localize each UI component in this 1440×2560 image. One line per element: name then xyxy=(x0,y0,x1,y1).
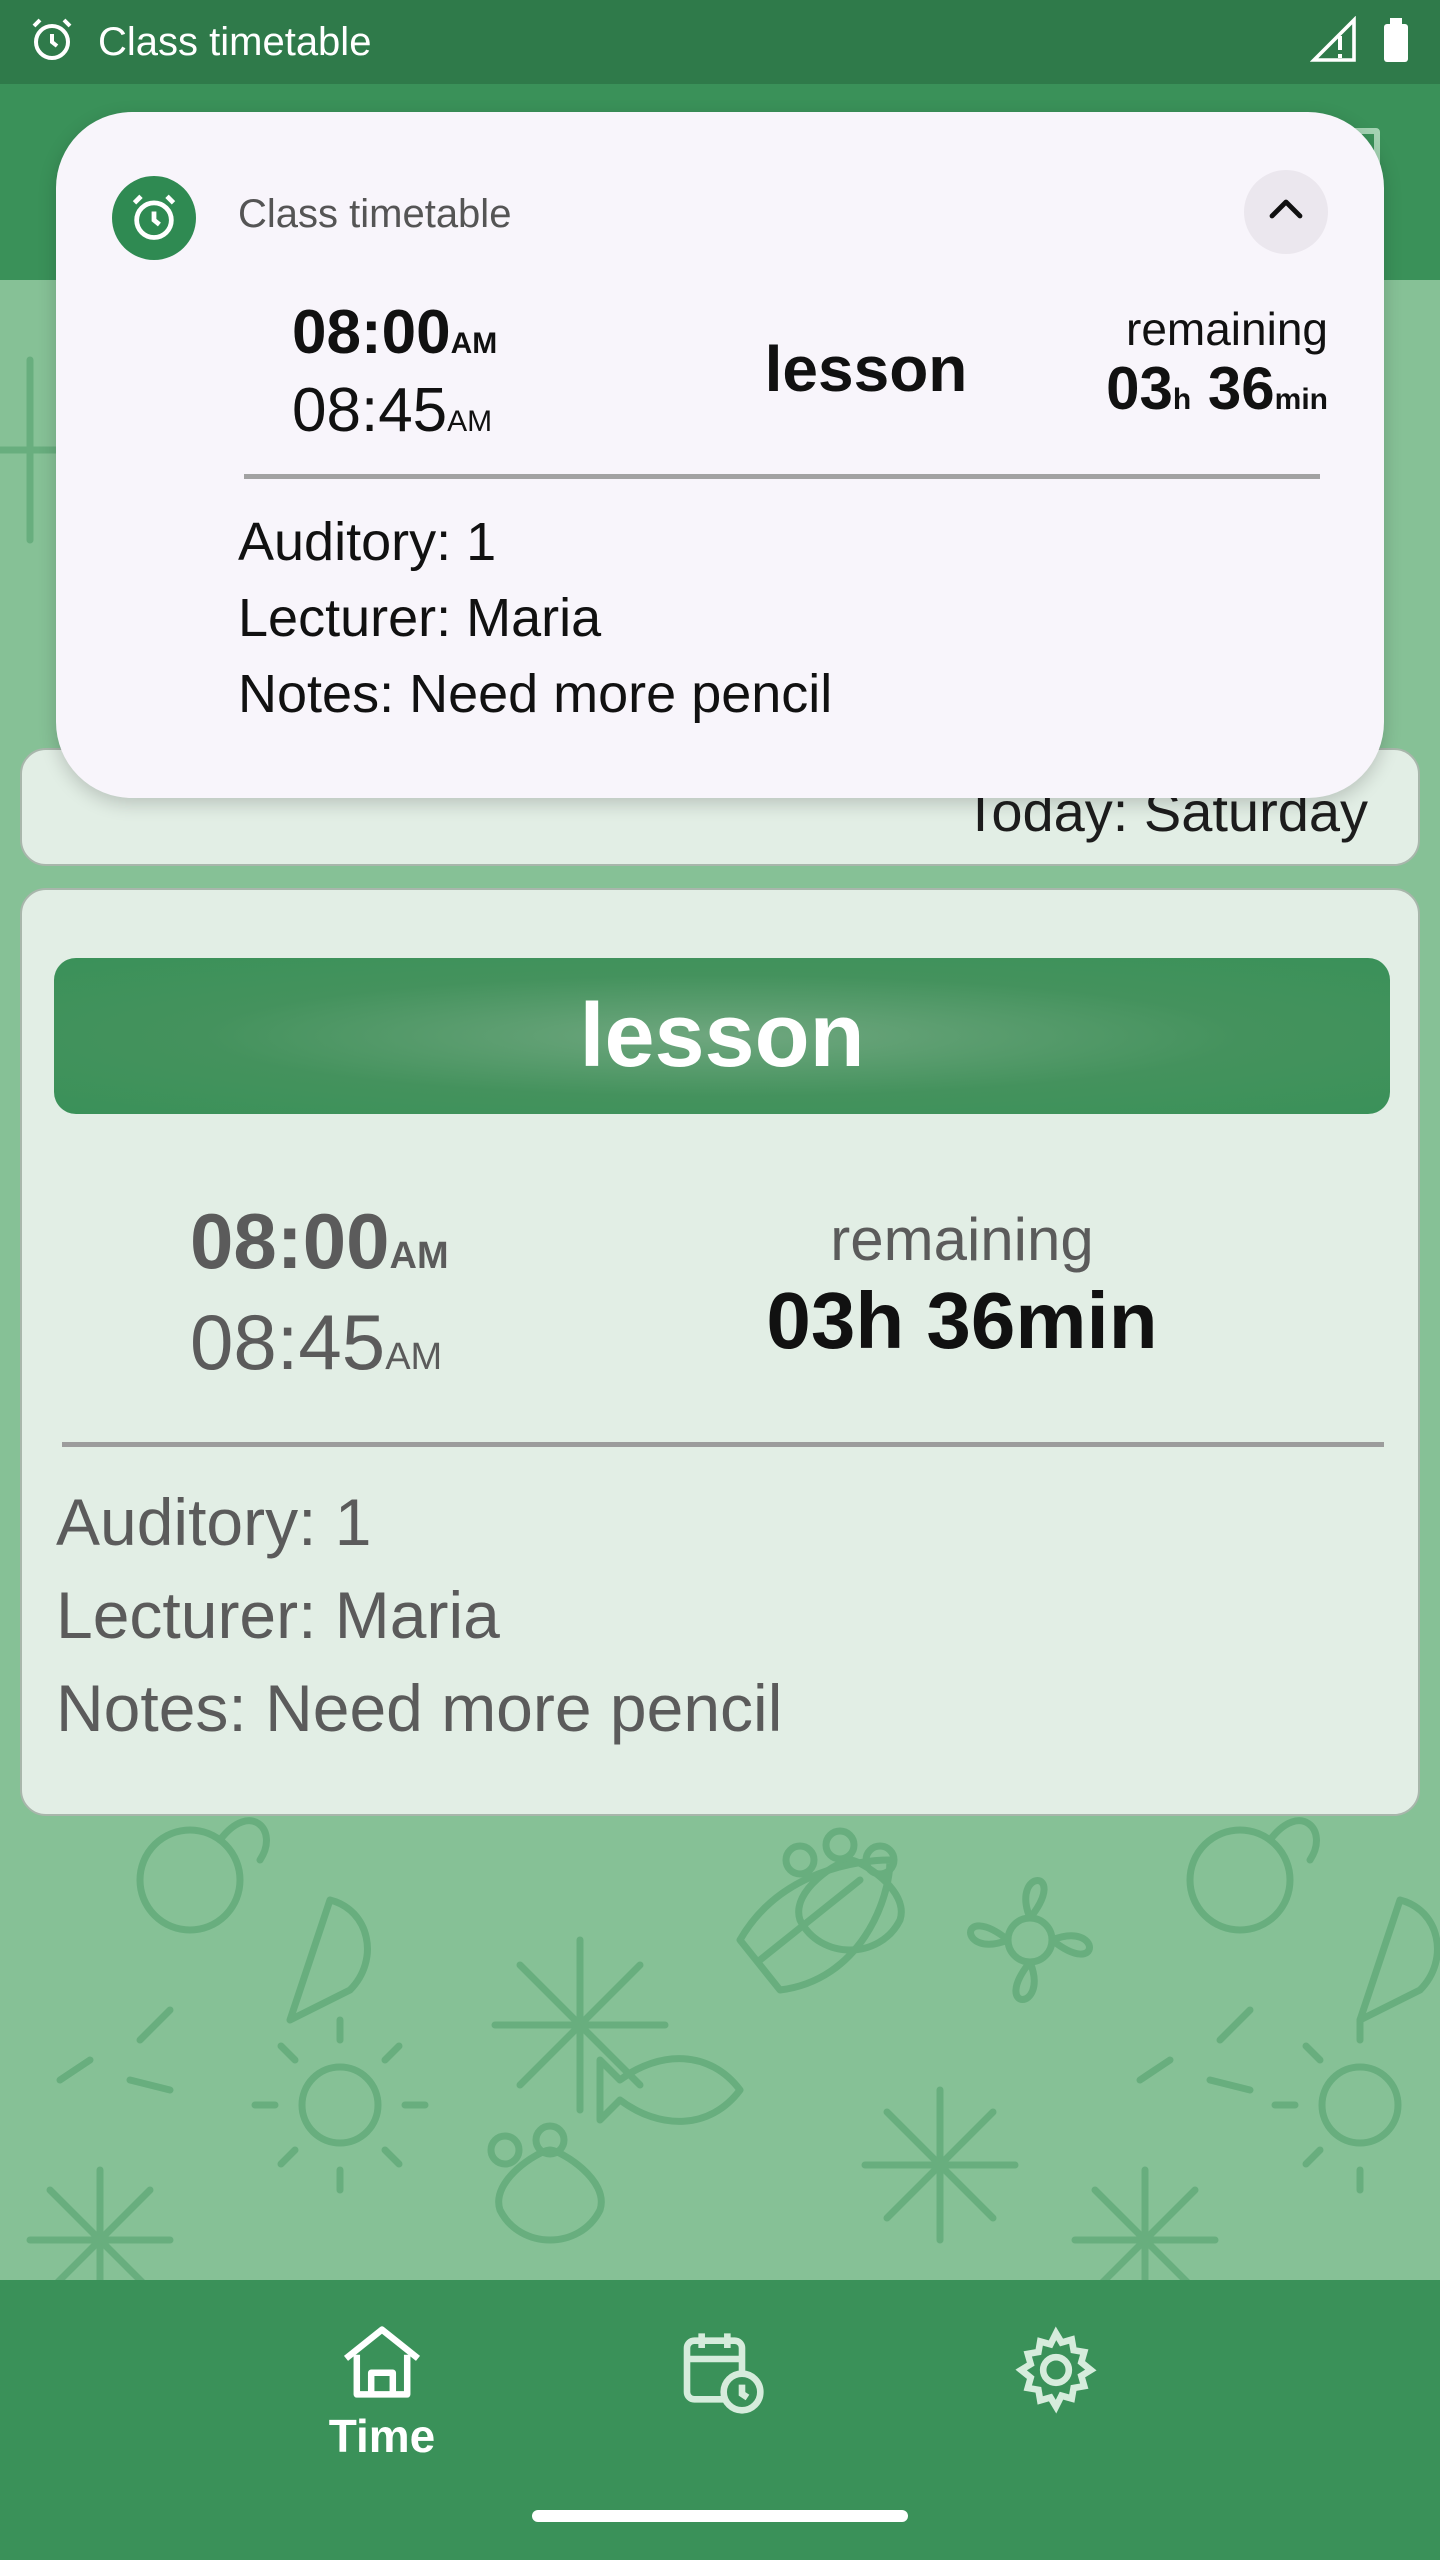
notification-start-time: 08:00AM xyxy=(292,298,497,379)
calendar-clock-icon xyxy=(676,2326,764,2419)
notification-title: lesson xyxy=(764,333,968,405)
chevron-up-icon xyxy=(1262,186,1310,239)
battery-icon xyxy=(1380,16,1412,69)
notification-remaining-block: remaining 03h 36min xyxy=(1106,302,1328,433)
notification-end-value: 08:45 xyxy=(292,376,448,445)
remaining-hours: 03 xyxy=(1106,355,1173,422)
notification-end-time: 08:45AM xyxy=(292,379,497,454)
notification-auditory: Auditory: 1 xyxy=(238,512,497,572)
notification-alarm-icon xyxy=(112,176,196,260)
lesson-time-block: 08:00AM 08:45AM xyxy=(190,1198,449,1400)
lesson-remaining-block: remaining 03h 36min xyxy=(702,1204,1222,1366)
lesson-notes: Notes: Need more pencil xyxy=(56,1671,783,1745)
home-icon xyxy=(338,2326,426,2403)
remaining-label: remaining xyxy=(830,1206,1094,1273)
lesson-title: lesson xyxy=(579,985,865,1086)
lesson-end-value: 08:45 xyxy=(190,1298,386,1386)
nav-item-schedule[interactable] xyxy=(630,2326,810,2476)
nav-item-settings[interactable] xyxy=(966,2326,1146,2476)
remaining-value: 03h 36min xyxy=(766,1276,1158,1365)
notification-time-block: 08:00AM 08:45AM xyxy=(292,298,497,454)
gear-icon xyxy=(1012,2326,1100,2419)
whiskers-icon xyxy=(1136,2006,1254,2094)
bunny-icon xyxy=(1186,1817,1320,1934)
snowflake-icon xyxy=(26,2166,174,2280)
lesson-divider xyxy=(62,1442,1384,1447)
heads-up-notification[interactable]: Class timetable 08:00AM 08:45AM lesson r… xyxy=(56,112,1384,798)
remaining-minutes: 36 xyxy=(1207,355,1275,422)
notification-remaining-label: remaining xyxy=(1126,303,1328,355)
collapse-button[interactable] xyxy=(1244,170,1328,254)
notification-start-value: 08:00 xyxy=(292,298,451,367)
lesson-details: Auditory: 1 Lecturer: Maria Notes: Need … xyxy=(56,1476,782,1755)
snowflake-icon xyxy=(491,1936,669,2114)
alarm-icon xyxy=(28,16,76,69)
snowflake-icon xyxy=(861,2086,1019,2244)
gesture-bar[interactable] xyxy=(532,2510,908,2522)
lesson-lecturer: Lecturer: Maria xyxy=(56,1578,500,1652)
lesson-end-ampm: AM xyxy=(385,1336,443,1378)
whiskers-icon xyxy=(56,2006,174,2094)
remaining-minutes-unit: min xyxy=(1274,383,1328,416)
notification-end-ampm: AM xyxy=(447,405,493,438)
notification-notes: Notes: Need more pencil xyxy=(238,664,833,724)
sun-icon xyxy=(1271,2016,1402,2194)
signal-icon xyxy=(1309,15,1358,69)
nav-label-time: Time xyxy=(328,2410,436,2462)
lesson-start-ampm: AM xyxy=(389,1235,449,1277)
snowflake-icon xyxy=(1071,2166,1219,2280)
flower-icon xyxy=(967,1877,1093,2003)
lesson-card[interactable]: lesson 08:00AM 08:45AM remaining 03h 36m… xyxy=(20,888,1420,1816)
status-bar: Class timetable xyxy=(0,0,1440,84)
notification-remaining-value: 03h 36min xyxy=(1106,356,1328,433)
lesson-title-banner: lesson xyxy=(54,958,1390,1114)
notification-details: Auditory: 1 Lecturer: Maria Notes: Need … xyxy=(238,504,832,732)
bunny-icon xyxy=(136,1817,270,1934)
paw-icon xyxy=(487,2122,605,2244)
sun-icon xyxy=(251,2016,429,2194)
remaining-hours-unit: h xyxy=(1172,383,1192,416)
status-app-title: Class timetable xyxy=(98,19,372,64)
notification-start-ampm: AM xyxy=(450,327,498,360)
notification-lecturer: Lecturer: Maria xyxy=(238,588,602,648)
carrot-icon xyxy=(1356,1896,1440,2024)
notification-divider xyxy=(244,474,1320,479)
lesson-start-time: 08:00AM xyxy=(190,1198,449,1299)
carrot-icon xyxy=(286,1896,371,2024)
nav-item-time[interactable]: Time xyxy=(292,2326,472,2476)
notification-app-name: Class timetable xyxy=(238,192,512,236)
lesson-auditory: Auditory: 1 xyxy=(56,1485,372,1559)
lesson-end-time: 08:45AM xyxy=(190,1299,449,1400)
lesson-start-value: 08:00 xyxy=(190,1197,390,1285)
